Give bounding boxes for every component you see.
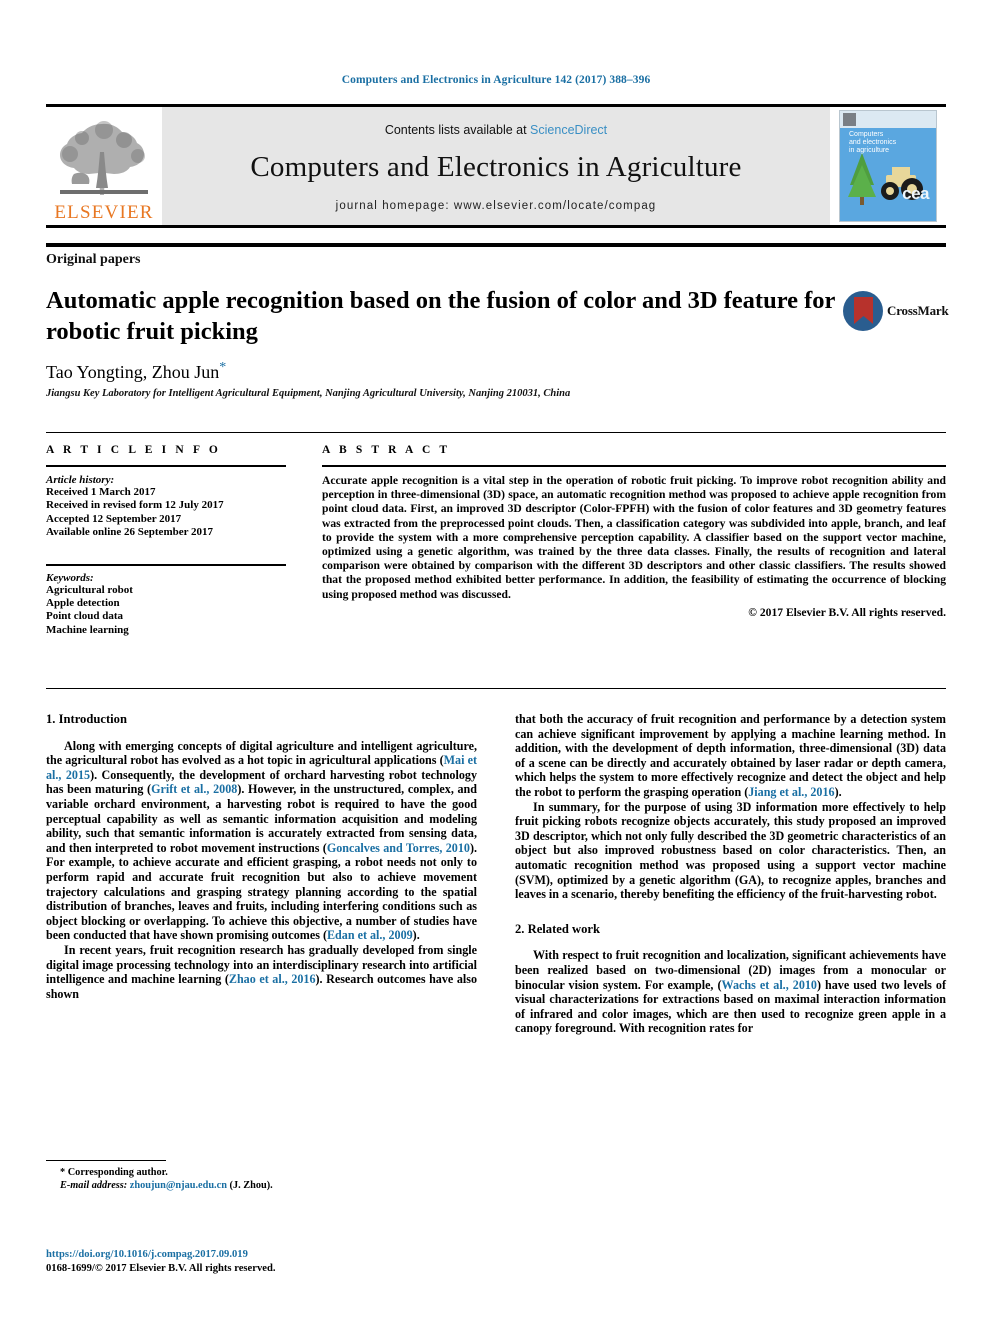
footnote-divider [46,1160,166,1161]
author-names: Tao Yongting, Zhou Jun [46,362,220,382]
citation-link[interactable]: Zhao et al., 2016 [229,972,316,986]
corresponding-label: Corresponding author. [67,1167,168,1178]
article-info-rule [46,465,286,467]
history-received: Received 1 March 2017 [46,486,156,498]
elsevier-wordmark: ELSEVIER [54,202,154,223]
corresponding-author-note: * Corresponding author. [46,1166,477,1179]
affiliation: Jiangsu Key Laboratory for Intelligent A… [46,388,571,399]
footnote-block: * Corresponding author. E-mail address: … [46,1160,477,1192]
body-divider [46,688,946,689]
paragraph: In recent years, fruit recognition resea… [46,942,477,1001]
body-column-left: 1. Introduction Along with emerging conc… [46,712,477,1001]
email-label: E-mail address: [60,1180,128,1191]
history-accepted: Accepted 12 September 2017 [46,512,182,525]
cover-abbrev: cea [902,184,929,203]
article-history-label: Article history: [46,474,115,486]
keyword-item: Machine learning [46,623,129,636]
paragraph: With respect to fruit recognition and lo… [515,948,946,1036]
elsevier-tree-icon [60,121,148,195]
abstract-text: Accurate apple recognition is a vital st… [322,474,946,601]
contents-available-line: Contents lists available at ScienceDirec… [385,123,607,137]
elsevier-logo: ELSEVIER [46,107,162,225]
email-note: E-mail address: zhoujun@njau.edu.cn (J. … [46,1179,477,1192]
citation-link[interactable]: Jiang et al., 2016 [748,785,834,799]
paper-page: Computers and Electronics in Agriculture… [0,0,992,1323]
abstract-rule [322,465,946,467]
keyword-item: Agricultural robot [46,583,133,596]
abstract-copyright: © 2017 Elsevier B.V. All rights reserved… [748,605,946,619]
citation-link[interactable]: Grift et al., 2008 [151,782,237,796]
journal-homepage[interactable]: journal homepage: www.elsevier.com/locat… [336,200,657,212]
running-head: Computers and Electronics in Agriculture… [341,74,651,86]
sciencedirect-link[interactable]: ScienceDirect [530,123,607,137]
article-info-column: A R T I C L E I N F O Article history: R… [46,444,286,637]
keyword-item: Point cloud data [46,610,124,623]
doi-block: https://doi.org/10.1016/j.compag.2017.09… [46,1248,486,1275]
crossmark-label: CrossMark [887,303,949,318]
page-title: Automatic apple recognition based on the… [46,287,835,345]
section-heading-related-work: 2. Related work [515,921,600,936]
contents-prefix: Contents lists available at [384,122,531,137]
paragraph: that both the accuracy of fruit recognit… [515,712,946,799]
keywords-label: Keywords: [46,571,94,584]
paragraph: Along with emerging concepts of digital … [46,738,478,943]
title-divider [46,243,946,247]
paragraph: In summary, for the purpose of using 3D … [515,799,946,902]
abstract-heading: A B S T R A C T [322,444,451,456]
keyword-item: Apple detection [46,597,120,610]
citation-link[interactable]: Edan et al., 2009 [327,928,413,942]
email-link[interactable]: zhoujun@njau.edu.cn [130,1180,227,1191]
cover-badge-icon [843,113,856,126]
history-revised: Received in revised form 12 July 2017 [46,499,224,512]
email-person: (J. Zhou). [229,1180,273,1191]
history-online: Available online 26 September 2017 [46,526,214,539]
corresponding-marker: * [60,1167,66,1178]
citation-link[interactable]: Mai et al., 2015 [46,753,477,782]
cover-image: Computers and electronics in agriculture… [839,110,937,222]
journal-title: Computers and Electronics in Agriculture [250,150,742,183]
body-column-right: that both the accuracy of fruit recognit… [515,712,946,1036]
masthead-center: Contents lists available at ScienceDirec… [162,107,830,225]
keywords-rule [46,563,286,566]
citation-link[interactable]: Wachs et al., 2010 [722,978,817,992]
crossmark-icon [843,291,883,331]
author-list: Tao Yongting, Zhou Jun* [46,360,226,383]
article-info-heading: A R T I C L E I N F O [46,444,221,456]
cover-illustration [848,153,923,205]
journal-cover-thumbnail: Computers and electronics in agriculture… [830,107,946,225]
abstract-column: A B S T R A C T Accurate apple recogniti… [322,444,946,619]
journal-masthead: ELSEVIER Contents lists available at Sci… [46,104,946,228]
citation-link[interactable]: Goncalves and Torres, 2010 [327,841,470,855]
info-top-divider [46,432,946,433]
section-heading-introduction: 1. Introduction [46,712,127,726]
article-type-kicker: Original papers [46,252,141,267]
doi-link[interactable]: https://doi.org/10.1016/j.compag.2017.09… [46,1248,486,1262]
crossmark-badge[interactable]: CrossMark [843,288,949,334]
author-footnote-marker[interactable]: * [219,360,226,375]
issn-copyright-line: 0168-1699/© 2017 Elsevier B.V. All right… [46,1262,276,1274]
